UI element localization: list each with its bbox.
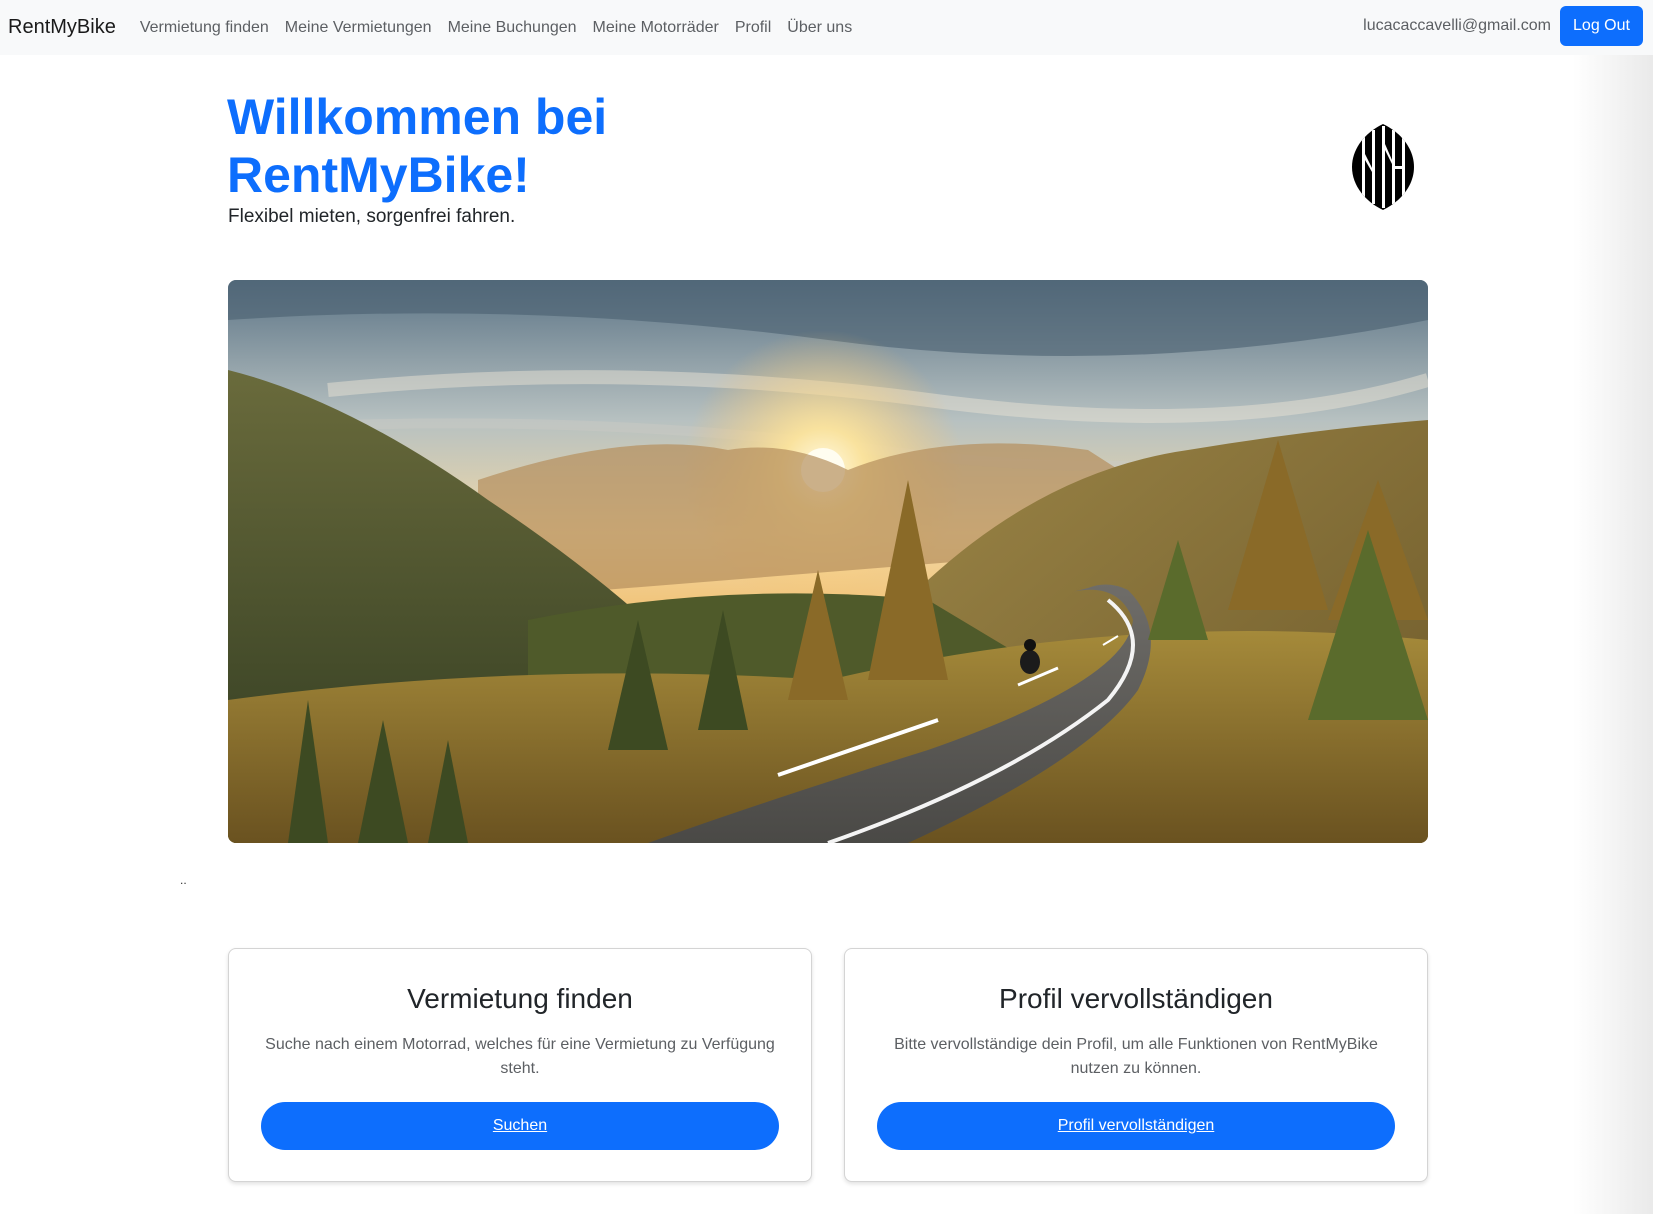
- complete-profile-button[interactable]: Profil vervollständigen: [877, 1102, 1395, 1150]
- nav-link-meine-buchungen[interactable]: Meine Buchungen: [448, 19, 577, 37]
- card-text: Bitte vervollständige dein Profil, um al…: [894, 1036, 1378, 1077]
- nav-link-profil[interactable]: Profil: [735, 19, 771, 37]
- nav-link-ueber-uns[interactable]: Über uns: [787, 19, 852, 37]
- card-title: Vermietung finden: [407, 983, 633, 1014]
- nav-link-meine-motorraeder[interactable]: Meine Motorräder: [593, 19, 719, 37]
- rmb-logo: [1348, 124, 1418, 210]
- card-text: Suche nach einem Motorrad, welches für e…: [265, 1036, 775, 1077]
- top-navbar: RentMyBike Vermietung finden Meine Vermi…: [0, 0, 1653, 55]
- nav-user-area: lucacaccavelli@gmail.com Log Out: [1363, 6, 1643, 46]
- page-edge-shadow: [1573, 0, 1653, 1214]
- nav-link-meine-vermietungen[interactable]: Meine Vermietungen: [285, 19, 432, 37]
- user-email: lucacaccavelli@gmail.com: [1363, 17, 1551, 34]
- stray-text: ..: [180, 873, 187, 887]
- page-title: Willkommen bei RentMyBike!: [227, 89, 608, 203]
- search-button[interactable]: Suchen: [261, 1102, 779, 1150]
- card-vermietung-finden: Vermietung finden Suche nach einem Motor…: [228, 948, 812, 1182]
- landscape-motorcycle-image: [228, 280, 1428, 843]
- hero-banner-image: [228, 280, 1428, 843]
- nav-links: Vermietung finden Meine Vermietungen Mei…: [140, 19, 868, 37]
- card-profil-vervollstaendigen: Profil vervollständigen Bitte vervollstä…: [844, 948, 1428, 1182]
- brand-link[interactable]: RentMyBike: [8, 16, 116, 39]
- nav-link-vermietung-finden[interactable]: Vermietung finden: [140, 19, 269, 37]
- card-title: Profil vervollständigen: [999, 983, 1273, 1014]
- logout-button[interactable]: Log Out: [1560, 6, 1643, 46]
- page-subtitle: Flexibel mieten, sorgenfrei fahren.: [228, 206, 516, 227]
